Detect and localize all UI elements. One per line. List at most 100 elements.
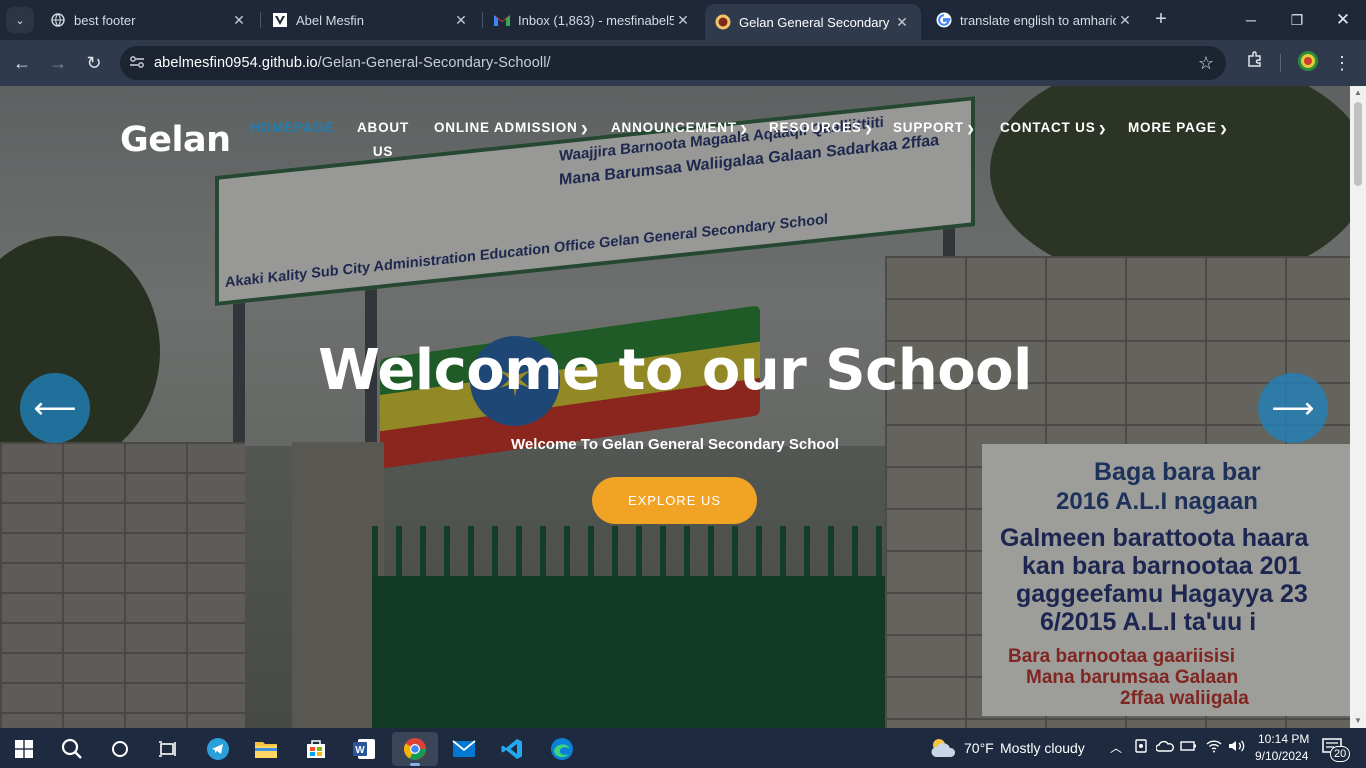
vscode-icon	[501, 739, 522, 759]
globe-icon	[50, 12, 66, 28]
browser-toolbar: ← → ↻ abelmesfin0954.github.io/Gelan-Gen…	[0, 40, 1366, 86]
chevron-down-icon: ❯	[864, 124, 874, 134]
tab-title: best footer	[74, 12, 136, 28]
school-logo-icon	[715, 14, 731, 30]
hero-subtitle: Welcome To Gelan General Secondary Schoo…	[511, 436, 839, 453]
chevron-down-icon: ❯	[966, 124, 976, 134]
browser-menu-icon[interactable]: ⋮	[1332, 50, 1352, 76]
word-app[interactable]: W	[344, 732, 384, 766]
bookmark-star-icon[interactable]: ☆	[1198, 53, 1214, 74]
chrome-app[interactable]	[392, 732, 438, 766]
site-logo[interactable]: Gelan	[120, 120, 231, 160]
weather-condition[interactable]: Mostly cloudy	[1000, 740, 1085, 756]
edge-icon	[551, 738, 573, 760]
nav-item-resources[interactable]: RESOURCES ❯	[769, 120, 873, 137]
scroll-up-icon[interactable]: ▲	[1350, 86, 1366, 100]
close-icon[interactable]: ✕	[452, 12, 470, 29]
reload-button[interactable]: ↻	[82, 51, 106, 75]
nav-item-about-us[interactable]: ABOUT US	[357, 120, 409, 159]
forward-button[interactable]: →	[46, 51, 70, 75]
close-icon[interactable]: ✕	[1116, 12, 1134, 29]
tab-title: Inbox (1,863) - mesfinabel51	[518, 12, 674, 28]
search-button[interactable]	[52, 732, 92, 766]
explore-us-button[interactable]: EXPLORE US	[592, 477, 757, 524]
site-info-icon[interactable]	[120, 55, 154, 72]
tab-best-footer[interactable]: best footer ✕	[40, 4, 258, 36]
scrollbar-thumb[interactable]	[1354, 102, 1362, 186]
tab-strip: ⌄ best footer ✕ Abel Mesfin ✕ Inbox (1,8…	[0, 0, 1366, 40]
telegram-app[interactable]	[198, 732, 238, 766]
nav-item-contact-us[interactable]: CONTACT US ❯	[1000, 120, 1107, 137]
tab-gelan-school[interactable]: Gelan General Secondary Sc ✕	[705, 4, 921, 40]
plus-icon: +	[1155, 8, 1167, 30]
mail-app[interactable]	[444, 732, 484, 766]
address-bar[interactable]: abelmesfin0954.github.io/Gelan-General-S…	[120, 46, 1226, 80]
nav-label: SUPPORT	[893, 120, 964, 135]
volume-icon[interactable]	[1228, 739, 1246, 756]
nav-item-support[interactable]: SUPPORT ❯	[893, 120, 975, 137]
nav-label: ANNOUNCEMENT	[611, 120, 737, 135]
close-window-button[interactable]: ✕	[1320, 0, 1366, 40]
nav-item-homepage[interactable]: HOMEPAGE	[250, 120, 334, 135]
taskbar: W 70°F Mostly cloudy ︿ 10:14 PM 9/10/202…	[0, 728, 1366, 768]
clock-time[interactable]: 10:14 PM	[1258, 732, 1309, 746]
carousel-prev-button[interactable]: ⟵	[20, 373, 90, 443]
url-path: /Gelan-General-Secondary-Schooll/	[317, 55, 551, 71]
nav-item-online-admission[interactable]: ONLINE ADMISSION ❯	[434, 120, 589, 137]
task-view-button[interactable]	[148, 732, 188, 766]
tab-google-translate[interactable]: translate english to amharic ✕	[926, 4, 1144, 36]
vscode-app[interactable]	[492, 732, 532, 766]
scroll-down-icon[interactable]: ▼	[1350, 714, 1366, 728]
svg-text:W: W	[355, 745, 365, 756]
reload-icon: ↻	[86, 53, 102, 73]
clock-date[interactable]: 9/10/2024	[1255, 749, 1308, 763]
close-icon[interactable]: ✕	[893, 14, 911, 31]
url-host: abelmesfin0954.github.io	[154, 55, 318, 71]
search-icon	[61, 738, 82, 759]
extensions-icon[interactable]	[1242, 50, 1268, 76]
nav-label: RESOURCES	[769, 120, 862, 135]
minimize-icon: ─	[1246, 12, 1256, 28]
toolbar-divider	[1280, 54, 1281, 72]
chevron-down-icon: ⌄	[15, 14, 25, 27]
gmail-icon	[494, 12, 510, 28]
battery-icon[interactable]	[1180, 739, 1198, 756]
nav-label: CONTACT US	[1000, 120, 1096, 135]
meet-now-icon[interactable]	[1134, 739, 1148, 758]
minimize-button[interactable]: ─	[1228, 0, 1274, 40]
page-scrollbar[interactable]: ▲ ▼	[1350, 86, 1366, 728]
restore-icon: ❐	[1290, 11, 1304, 28]
tab-gmail-inbox[interactable]: Inbox (1,863) - mesfinabel51 ✕	[484, 4, 702, 36]
weather-cloud-icon[interactable]	[930, 737, 958, 762]
cortana-icon	[112, 741, 128, 757]
task-view-icon	[159, 741, 176, 757]
close-icon[interactable]: ✕	[674, 12, 692, 29]
hero-dark-overlay	[0, 86, 1350, 728]
microsoft-store-app[interactable]	[296, 732, 336, 766]
arrow-right-icon: →	[49, 53, 67, 73]
restore-button[interactable]: ❐	[1274, 0, 1320, 40]
new-tab-button[interactable]: +	[1150, 8, 1172, 30]
google-icon	[936, 12, 952, 28]
telegram-icon	[207, 738, 229, 760]
chevron-up-icon[interactable]: ︿	[1110, 739, 1122, 756]
tab-abel-mesfin[interactable]: Abel Mesfin ✕	[262, 4, 480, 36]
file-explorer-app[interactable]	[246, 732, 286, 766]
weather-temperature[interactable]: 70°F	[964, 740, 994, 756]
tab-search-button[interactable]: ⌄	[6, 7, 34, 33]
nav-item-announcement[interactable]: ANNOUNCEMENT ❯	[611, 120, 748, 137]
edge-app[interactable]	[542, 732, 582, 766]
nav-item-more-page[interactable]: MORE PAGE ❯	[1128, 120, 1228, 137]
start-button[interactable]	[4, 732, 44, 766]
chrome-icon	[404, 738, 426, 760]
cortana-button[interactable]	[100, 732, 140, 766]
tab-separator	[482, 12, 483, 28]
onedrive-icon[interactable]	[1155, 739, 1174, 756]
wifi-icon[interactable]	[1206, 739, 1222, 756]
back-button[interactable]: ←	[10, 51, 34, 75]
profile-avatar[interactable]	[1295, 50, 1321, 76]
nav-label: MORE PAGE	[1128, 120, 1217, 135]
carousel-next-button[interactable]: ⟶	[1258, 373, 1328, 443]
close-icon[interactable]: ✕	[230, 12, 248, 29]
chevron-down-icon: ❯	[580, 124, 589, 134]
